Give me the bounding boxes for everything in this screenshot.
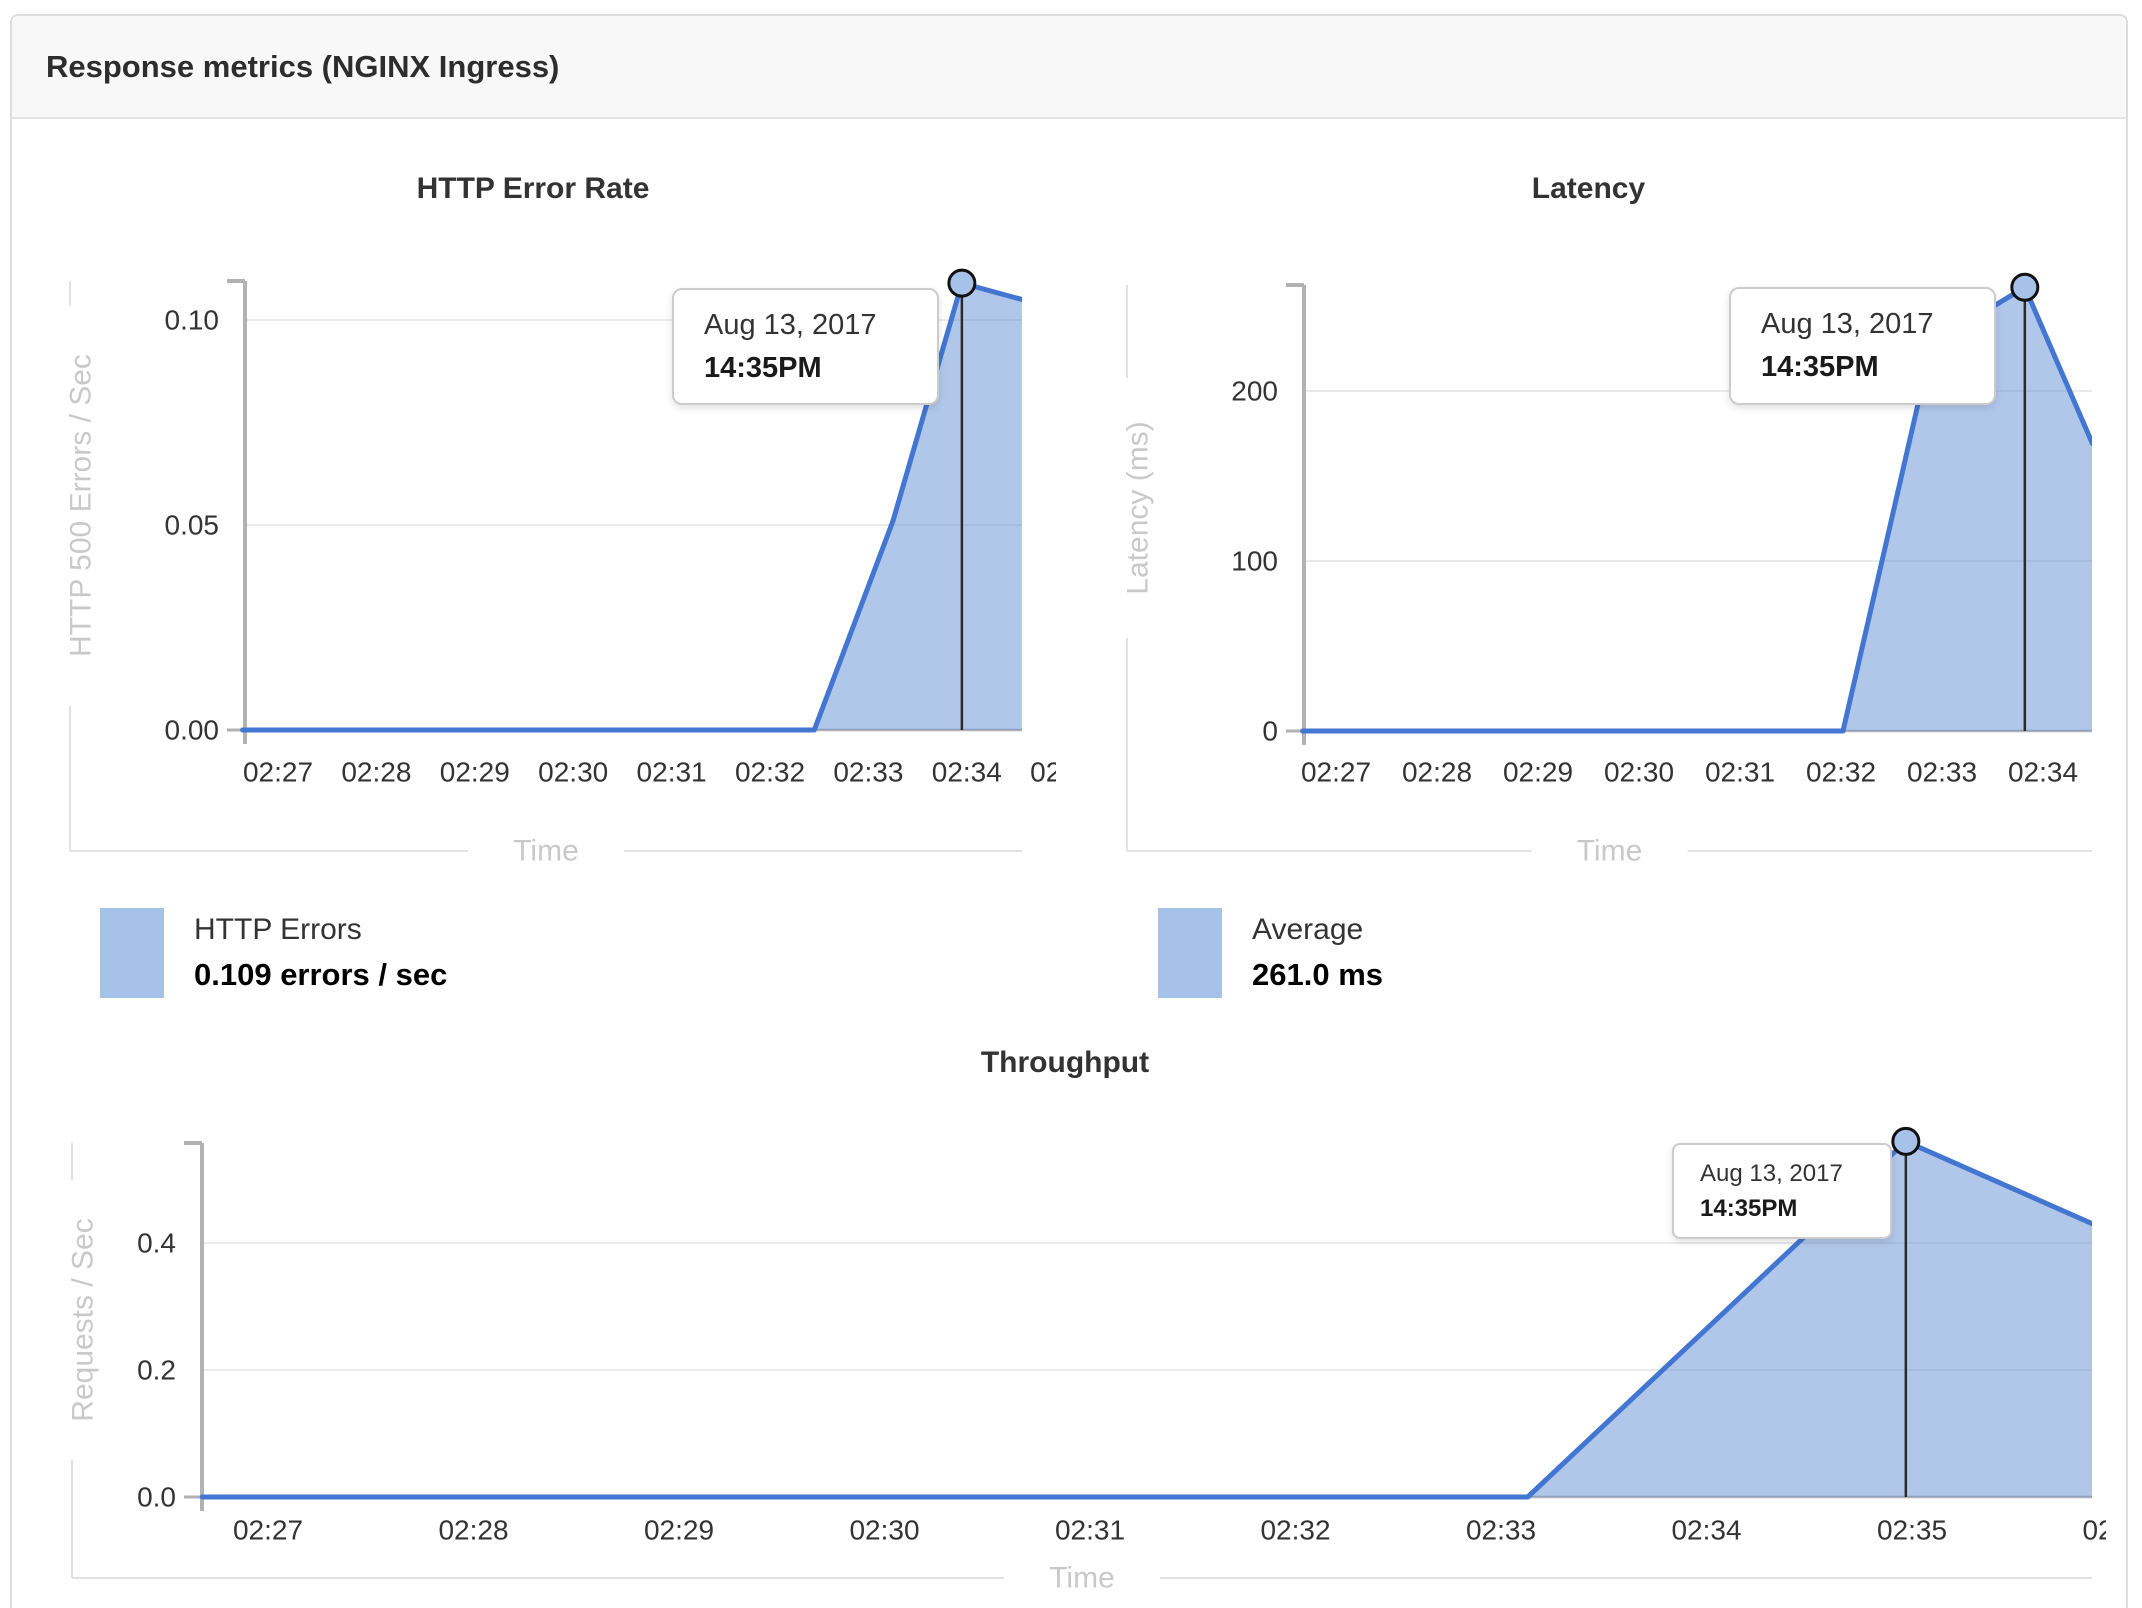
tooltip-date: Aug 13, 2017	[704, 308, 877, 341]
http-error-rate-tooltip: Aug 13, 2017 14:35PM	[672, 288, 939, 405]
highlight-point-marker	[1891, 1126, 1921, 1156]
x-tick-label: 02:32	[735, 757, 805, 788]
x-axis-label: Time	[1577, 835, 1643, 868]
latency-average-legend[interactable]: Average 261.0 ms	[1158, 908, 1383, 998]
y-tick-label: 0.00	[165, 715, 220, 746]
x-tick-label: 02:30	[1604, 757, 1674, 788]
y-tick-label: 100	[1231, 546, 1278, 577]
y-tick-label: 0.4	[137, 1228, 176, 1259]
x-tick-label: 02:31	[1055, 1515, 1125, 1546]
response-metrics-dashboard: Response metrics (NGINX Ingress) HTTP Er…	[0, 0, 2142, 1608]
x-tick-label: 02:29	[440, 757, 510, 788]
x-tick-label: 02:33	[1466, 1515, 1536, 1546]
tooltip-time: 14:35PM	[704, 351, 822, 384]
card-title: Response metrics (NGINX Ingress)	[46, 48, 560, 84]
latency-tooltip: Aug 13, 2017 14:35PM	[1729, 287, 1996, 405]
x-tick-label: 02:30	[849, 1515, 919, 1546]
x-axis-label: Time	[1049, 1562, 1115, 1595]
tooltip-date: Aug 13, 2017	[1700, 1159, 1843, 1187]
x-axis-label: Time	[513, 835, 579, 868]
legend-label: HTTP Errors	[194, 913, 362, 946]
legend-swatch	[100, 908, 164, 998]
x-tick-label: 02:34	[2008, 757, 2078, 788]
x-tick-label: 02:31	[1705, 757, 1775, 788]
highlight-point-marker	[947, 268, 977, 298]
highlight-point-marker	[2010, 272, 2040, 302]
legend-label: Average	[1252, 913, 1364, 946]
x-tick-label: 02:36	[2082, 1515, 2106, 1546]
throughput-tooltip: Aug 13, 2017 14:35PM	[1672, 1143, 1892, 1239]
x-tick-label: 02:29	[644, 1515, 714, 1546]
x-tick-label: 02:33	[833, 757, 903, 788]
x-tick-label: 02:35	[1877, 1515, 1947, 1546]
x-tick-label: 02:32	[1806, 757, 1876, 788]
card-header: Response metrics (NGINX Ingress)	[12, 16, 2126, 119]
x-tick-label: 02:29	[1503, 757, 1573, 788]
legend-value: 0.109 errors / sec	[194, 957, 448, 992]
tooltip-time: 14:35PM	[1761, 351, 1879, 383]
x-tick-label: 02:28	[438, 1515, 508, 1546]
tooltip-time: 14:35PM	[1700, 1194, 1798, 1222]
y-tick-label: 0.2	[137, 1355, 176, 1386]
x-tick-label: 02:33	[1907, 757, 1977, 788]
http-error-rate-chart[interactable]: HTTP 500 Errors / Sec Time 0.10 0.05 0.00 02:…	[10, 118, 1056, 880]
y-tick-label: 0.10	[165, 305, 220, 336]
y-axis-label: Latency (ms)	[1122, 421, 1155, 594]
x-tick-label: 02:30	[538, 757, 608, 788]
x-tick-label: 02:27	[1301, 757, 1371, 788]
x-tick-label: 02:31	[637, 757, 707, 788]
x-tick-label: 02:34	[1671, 1515, 1741, 1546]
x-tick-label: 02:27	[233, 1515, 303, 1546]
tooltip-date: Aug 13, 2017	[1761, 308, 1934, 340]
y-axis-label: HTTP 500 Errors / Sec	[65, 354, 98, 657]
y-tick-label: 200	[1231, 376, 1278, 407]
x-tick-label: 02:28	[1402, 757, 1472, 788]
y-axis-label: Requests / Sec	[67, 1218, 100, 1421]
legend-swatch	[1158, 908, 1222, 998]
y-tick-label: 0.05	[165, 510, 220, 541]
x-tick-label: 02:28	[341, 757, 411, 788]
x-tick-label: 02:32	[1260, 1515, 1330, 1546]
y-tick-label: 0	[1262, 716, 1278, 747]
x-tick-label: 02:27	[243, 757, 313, 788]
http-errors-legend[interactable]: HTTP Errors 0.109 errors / sec	[100, 908, 447, 998]
legend-value: 261.0 ms	[1252, 957, 1383, 992]
throughput-chart[interactable]: Requests / Sec Time 0.4 0.2 0.0 02:27 02:28 02:…	[10, 1040, 2106, 1608]
x-tick-label: 02:34	[932, 757, 1002, 788]
x-tick-label: 02:35	[1030, 757, 1056, 788]
latency-chart[interactable]: Latency (ms) Time 200 100 0 02:27 02:28 02:29 02…	[1071, 118, 2106, 880]
y-tick-label: 0.0	[137, 1482, 176, 1513]
